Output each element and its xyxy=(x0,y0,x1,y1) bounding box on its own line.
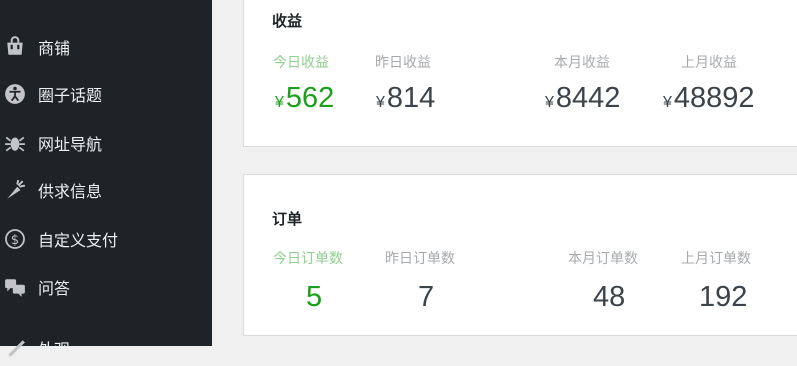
sidebar-item-label: 问答 xyxy=(38,279,71,298)
sidebar-item-label: 供求信息 xyxy=(38,182,103,201)
sidebar-item-label: 外观 xyxy=(38,340,71,359)
sidebar-item-qa[interactable]: 问答 xyxy=(0,269,212,305)
orders-title: 订单 xyxy=(272,210,303,228)
sidebar-item-label: 圈子话题 xyxy=(38,86,103,105)
month-income-value: ¥8442 xyxy=(545,82,621,114)
admin-sidebar: 商铺 圈子话题 网址导航 供求信息 $ 自定义支付 问答 外观 xyxy=(0,0,212,359)
sidebar-item-appearance[interactable]: 外观 xyxy=(0,330,212,366)
month-orders-value: 48 xyxy=(593,281,626,313)
sidebar-item-label: 网址导航 xyxy=(38,135,103,154)
paint-brush-icon xyxy=(0,333,30,363)
currency-symbol: ¥ xyxy=(545,94,554,111)
orders-card: 订单 今日订单数 5 昨日订单数 7 本月订单数 48 上月订单数 192 xyxy=(243,174,797,336)
today-orders-label: 今日订单数 xyxy=(273,251,343,267)
sidebar-item-label: 商铺 xyxy=(38,39,71,58)
income-card: 收益 今日收益 ¥562 昨日收益 ¥814 本月收益 ¥8442 上月收益 ¥… xyxy=(243,0,797,147)
sidebar-item-url-nav[interactable]: 网址导航 xyxy=(0,125,212,161)
today-orders-value: 5 xyxy=(306,281,323,313)
yesterday-orders-value: 7 xyxy=(418,281,435,313)
sidebar-item-store[interactable]: 商铺 xyxy=(0,29,212,65)
today-income-label: 今日收益 xyxy=(273,55,329,71)
today-income-value: ¥562 xyxy=(275,82,335,114)
income-title: 收益 xyxy=(272,12,303,30)
sidebar-item-supply-demand[interactable]: 供求信息 xyxy=(0,172,212,208)
chat-bubbles-icon xyxy=(0,272,30,302)
dollar-circle-icon: $ xyxy=(0,224,30,254)
currency-symbol: ¥ xyxy=(376,94,385,111)
carrot-icon xyxy=(0,175,30,205)
svg-text:$: $ xyxy=(11,233,19,248)
sidebar-item-custom-payment[interactable]: $ 自定义支付 xyxy=(0,221,212,257)
yesterday-orders-label: 昨日订单数 xyxy=(385,251,455,267)
accessibility-icon xyxy=(0,79,30,109)
currency-symbol: ¥ xyxy=(663,94,672,111)
last-month-income-label: 上月收益 xyxy=(681,55,737,71)
store-icon xyxy=(0,32,30,62)
month-income-label: 本月收益 xyxy=(554,55,610,71)
last-month-income-value: ¥48892 xyxy=(663,82,755,114)
yesterday-income-value: ¥814 xyxy=(376,82,436,114)
bug-icon xyxy=(0,128,30,158)
month-orders-label: 本月订单数 xyxy=(568,251,638,267)
sidebar-item-topics[interactable]: 圈子话题 xyxy=(0,76,212,112)
currency-symbol: ¥ xyxy=(275,94,284,111)
sidebar-item-label: 自定义支付 xyxy=(38,231,119,250)
yesterday-income-label: 昨日收益 xyxy=(375,55,431,71)
last-month-orders-label: 上月订单数 xyxy=(681,251,751,267)
last-month-orders-value: 192 xyxy=(699,281,748,313)
